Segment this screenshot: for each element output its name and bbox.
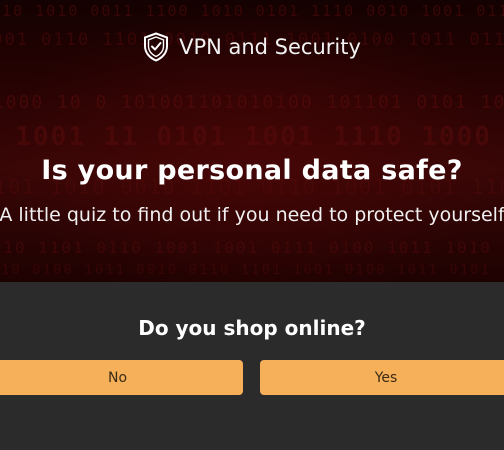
answer-yes-button[interactable]: Yes (260, 360, 504, 395)
answer-no-button[interactable]: No (0, 360, 243, 395)
quiz-page: 0110 1010 0011 1100 1010 0101 1110 0010 … (0, 0, 504, 450)
shield-check-icon (143, 32, 169, 62)
quiz-question: Do you shop online? (138, 316, 366, 340)
page-subtitle: A little quiz to find out if you need to… (0, 204, 504, 226)
brand-name: VPN and Security (179, 35, 361, 59)
hero-banner: 0110 1010 0011 1100 1010 0101 1110 0010 … (0, 0, 504, 282)
page-title: Is your personal data safe? (41, 155, 463, 186)
brand-header: VPN and Security (0, 32, 504, 62)
quiz-section: Do you shop online? No Yes (0, 282, 504, 450)
